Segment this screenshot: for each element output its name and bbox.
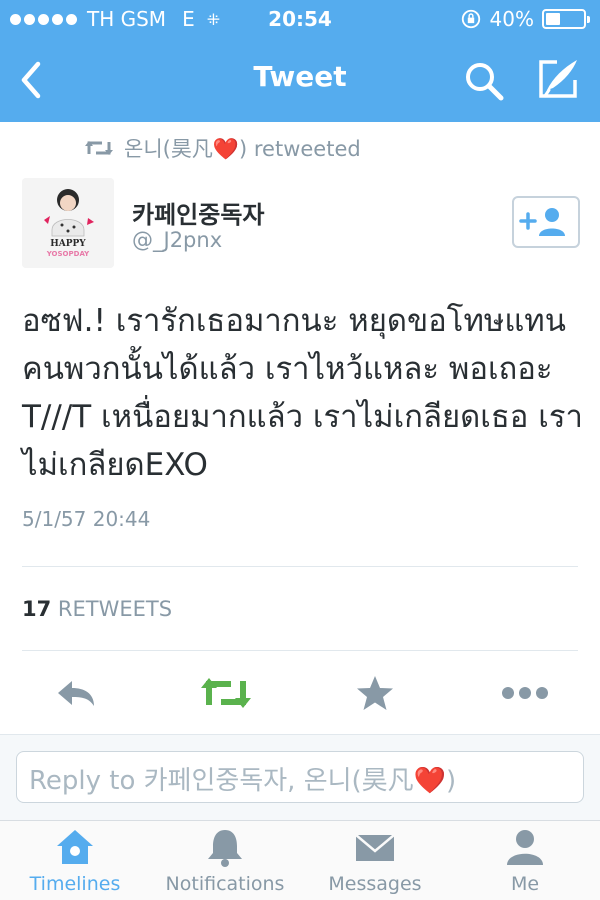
battery-icon — [542, 9, 590, 29]
tab-notifications[interactable]: Notifications — [150, 827, 300, 899]
reply-button[interactable] — [46, 668, 106, 718]
follow-button[interactable] — [512, 196, 580, 248]
retweeted-suffix: ) retweeted — [239, 137, 361, 161]
reply-icon — [58, 681, 94, 706]
status-bar: TH GSM E ⁜ 20:54 40% — [0, 0, 600, 38]
tab-label: Messages — [328, 873, 422, 895]
search-icon[interactable] — [463, 60, 505, 102]
heart-emoji: ❤️ — [212, 137, 239, 161]
more-button[interactable] — [495, 668, 555, 718]
avatar[interactable]: HAPPY YOSOPDAY — [22, 178, 114, 268]
retweet-count-value: 17 — [22, 597, 52, 621]
tab-label: Timelines — [29, 873, 121, 895]
top-bar: TH GSM E ⁜ 20:54 40% Tweet — [0, 0, 600, 122]
add-user-icon — [519, 208, 565, 236]
avatar-image: HAPPY YOSOPDAY — [22, 178, 114, 268]
star-icon — [357, 676, 393, 710]
nav-bar: Tweet — [0, 40, 600, 120]
divider — [22, 566, 578, 567]
compose-icon[interactable] — [535, 56, 581, 102]
tab-label: Notifications — [165, 873, 285, 895]
home-icon — [57, 830, 93, 864]
person-icon — [507, 830, 543, 865]
reply-placeholder-suffix: ) — [446, 766, 457, 796]
rotation-lock-icon — [461, 9, 480, 29]
page-title: Tweet — [253, 60, 347, 93]
retweet-button[interactable] — [196, 668, 256, 718]
retweeted-by: 온니(昊凡❤️) retweeted — [84, 133, 361, 163]
retweeter-name[interactable]: 온니(昊凡 — [124, 137, 213, 161]
retweet-icon — [85, 141, 113, 155]
tweet-text: อซฟ.! เรารักเธอมากนะ หยุดขอโทษแทนคนพวกนั… — [22, 303, 583, 483]
author-handle[interactable]: @_J2pnx — [132, 228, 222, 252]
more-icon — [502, 687, 548, 699]
retweet-count-label: RETWEETS — [57, 597, 173, 621]
favorite-button[interactable] — [345, 668, 405, 718]
avatar-subtext: YOSOPDAY — [46, 250, 90, 258]
reply-placeholder-prefix: Reply to 카페인중독자, 온니(昊凡 — [29, 766, 414, 796]
reply-input[interactable]: Reply to 카페인중독자, 온니(昊凡❤️) — [16, 751, 584, 803]
avatar-text: HAPPY — [50, 239, 86, 249]
retweet-count[interactable]: 17 RETWEETS — [22, 597, 172, 621]
tab-bar: Timelines Notifications Messages Me — [0, 820, 600, 900]
reply-bar: Reply to 카페인중독자, 온니(昊凡❤️) — [0, 734, 600, 820]
bell-icon — [208, 830, 242, 867]
tab-messages[interactable]: Messages — [300, 827, 450, 899]
tab-timelines[interactable]: Timelines — [0, 827, 150, 899]
retweet-icon — [201, 678, 251, 708]
envelope-icon — [355, 834, 395, 861]
battery-percent: 40% — [489, 7, 534, 31]
tweet-timestamp: 5/1/57 20:44 — [22, 507, 151, 531]
tab-label: Me — [510, 873, 540, 895]
heart-emoji: ❤️ — [413, 766, 447, 796]
tab-me[interactable]: Me — [450, 827, 600, 899]
author-name[interactable]: 카페인중독자 — [132, 195, 264, 230]
battery-fill — [546, 13, 560, 25]
divider — [22, 650, 578, 651]
